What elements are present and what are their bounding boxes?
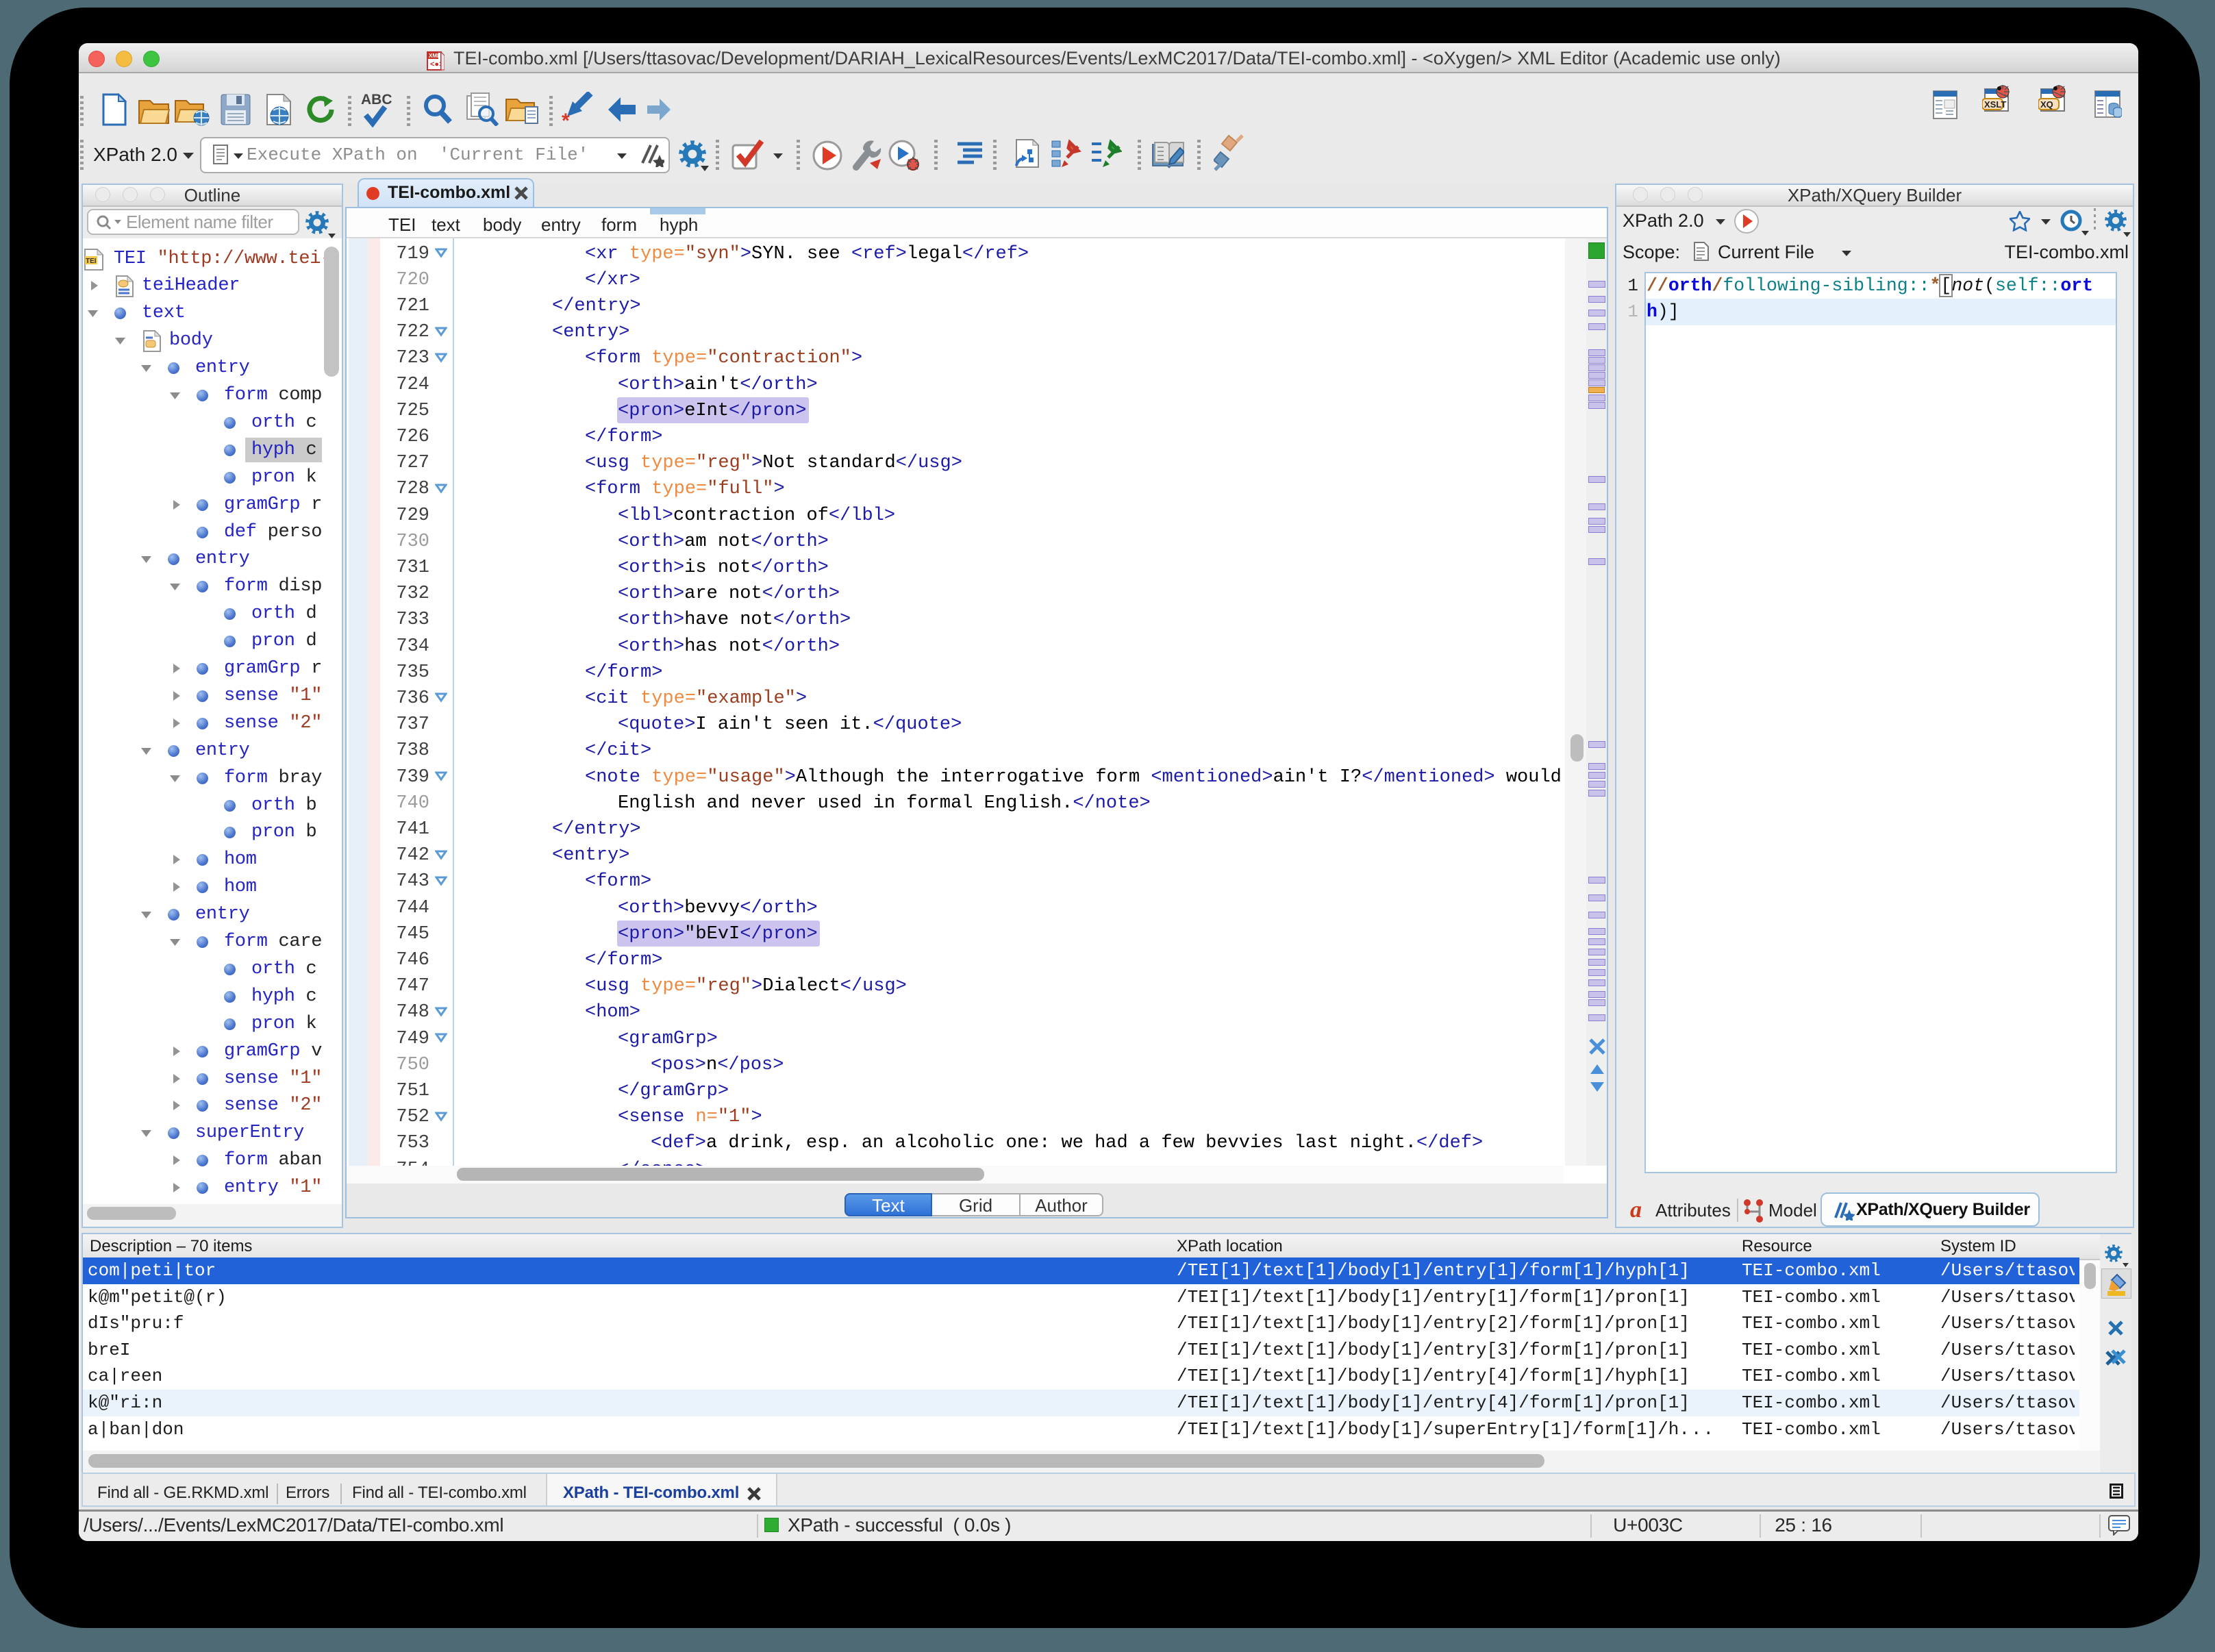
svg-text:*: * [562, 110, 570, 126]
svg-text:ABC: ABC [361, 92, 392, 108]
svg-text:XSLT: XSLT [1984, 99, 2006, 110]
svg-text:XML: XML [429, 53, 440, 59]
svg-text:XQ: XQ [2040, 99, 2053, 110]
svg-text:TEI: TEI [86, 258, 97, 265]
